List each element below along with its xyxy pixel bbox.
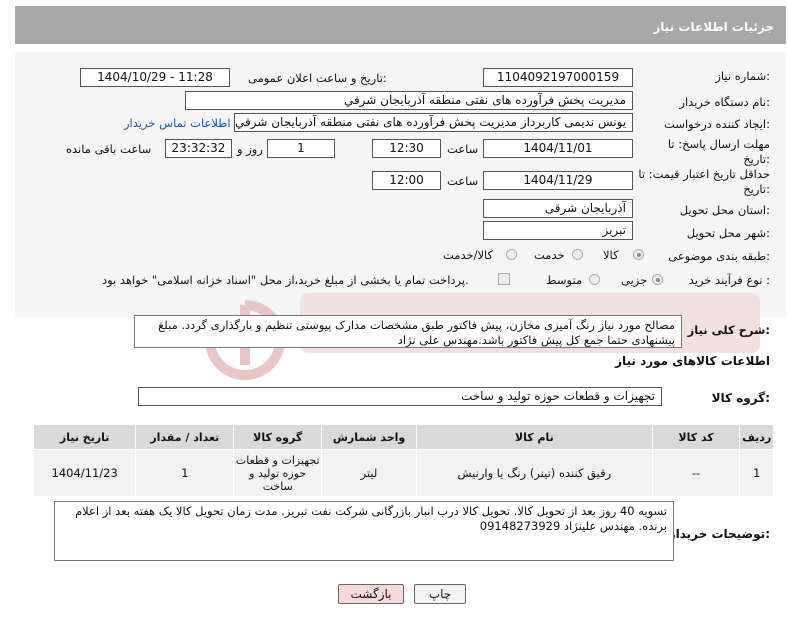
cell-code: -- bbox=[651, 449, 741, 497]
buyer-org-field[interactable]: مدیریت پخش فرآورده های نفتی منطقه آذربای… bbox=[185, 91, 633, 110]
days-label: روز و bbox=[237, 142, 263, 156]
validity-date-field[interactable]: 1404/11/29 bbox=[483, 171, 633, 190]
goods-group-field[interactable]: تجهیزات و قطعات حوزه تولید و ساخت bbox=[138, 387, 662, 406]
items-table: ردیف کد کالا نام کالا واحد شمارش گروه کا… bbox=[32, 424, 774, 497]
city-field[interactable]: تبریز bbox=[483, 221, 633, 240]
category-option-service: خدمت bbox=[534, 248, 565, 262]
print-button[interactable]: چاپ bbox=[414, 584, 466, 604]
need-number-label: شماره نیاز: bbox=[715, 69, 770, 83]
col-header-code: کد کالا bbox=[651, 424, 741, 450]
process-option-minor: جزیی bbox=[621, 273, 648, 287]
remaining-field[interactable]: 23:32:32 bbox=[165, 139, 232, 158]
goods-group-label: گروه کالا: bbox=[711, 391, 770, 405]
treasury-payment-checkbox[interactable] bbox=[498, 273, 510, 285]
buyer-org-label: نام دستگاه خریدار: bbox=[679, 95, 770, 109]
goods-section-title: اطلاعات کالاهای مورد نیاز bbox=[615, 354, 770, 368]
buyer-notes-label: توضیحات خریدار: bbox=[668, 527, 770, 541]
announce-label: تاریخ و ساعت اعلان عمومی: bbox=[248, 71, 387, 85]
deadline-label: مهلت ارسال پاسخ: تا تاریخ: bbox=[667, 137, 770, 166]
province-label: استان محل تحویل: bbox=[679, 203, 770, 217]
cell-unit: لیتر bbox=[321, 449, 417, 497]
cell-date: 1404/11/23 bbox=[32, 449, 137, 497]
deadline-date-field[interactable]: 1404/11/01 bbox=[483, 139, 633, 158]
remaining-label: ساعت باقی مانده bbox=[66, 142, 152, 156]
category-radio-goods[interactable] bbox=[633, 249, 644, 260]
contact-buyer-link[interactable]: اطلاعات تماس خریدار bbox=[124, 116, 231, 130]
process-label: نوع فرآیند خرید : bbox=[688, 273, 770, 287]
process-option-medium: متوسط bbox=[546, 273, 583, 287]
col-header-group: گروه کالا bbox=[233, 424, 323, 450]
validity-time-label: ساعت bbox=[447, 174, 479, 188]
buyer-notes-textarea[interactable]: تسویه 40 روز بعد از تحویل کالا. تحویل کا… bbox=[54, 501, 674, 561]
description-label: شرح کلی نیاز: bbox=[687, 323, 770, 337]
deadline-time-label: ساعت bbox=[447, 142, 479, 156]
table-row: 1 -- رقیق کننده (تینر) رنگ یا وارنیش لیت… bbox=[32, 449, 774, 497]
back-button[interactable]: بازگشت bbox=[338, 584, 404, 604]
page-title: جزئیات اطلاعات نیاز bbox=[653, 20, 774, 34]
cell-group: تجهیزات و قطعات حوزه تولید و ساخت bbox=[233, 449, 323, 497]
category-radio-service[interactable] bbox=[572, 249, 583, 260]
cell-row: 1 bbox=[739, 449, 774, 497]
validity-label: حداقل تاریخ اعتبار قیمت: تا تاریخ: bbox=[638, 167, 770, 196]
category-radio-goods-service[interactable] bbox=[506, 249, 517, 260]
days-field[interactable]: 1 bbox=[267, 139, 335, 158]
announce-field[interactable]: 1404/10/29 - 11:28 bbox=[80, 68, 230, 87]
cell-qty: 1 bbox=[135, 449, 235, 497]
city-label: شهر محل تحویل: bbox=[686, 226, 770, 240]
page-header: جزئیات اطلاعات نیاز bbox=[15, 6, 786, 44]
col-header-row: ردیف bbox=[739, 424, 774, 450]
creator-label: ایجاد کننده درخواست: bbox=[664, 117, 770, 131]
category-label: طبقه بندی موضوعی: bbox=[668, 249, 770, 263]
category-option-goods: کالا bbox=[603, 248, 619, 262]
treasury-payment-note: پرداخت تمام یا بخشی از مبلغ خرید،از محل … bbox=[102, 273, 469, 287]
province-field[interactable]: آذربایجان شرقی bbox=[483, 199, 633, 218]
creator-field[interactable]: یونس ندیمی کاربرداز مدیریت پخش فرآورده ه… bbox=[234, 113, 633, 132]
validity-time-field[interactable]: 12:00 bbox=[372, 171, 441, 190]
category-option-goods-service: کالا/خدمت bbox=[443, 248, 494, 262]
col-header-date: تاریخ نیاز bbox=[32, 424, 137, 450]
col-header-unit: واحد شمارش bbox=[321, 424, 417, 450]
process-radio-minor[interactable] bbox=[652, 274, 663, 285]
deadline-time-field[interactable]: 12:30 bbox=[372, 139, 441, 158]
description-textarea[interactable]: مصالح مورد نیاز رنگ آمیزی مخازن، پیش فاک… bbox=[134, 315, 682, 348]
process-radio-medium[interactable] bbox=[589, 274, 600, 285]
col-header-name: نام کالا bbox=[415, 424, 653, 450]
need-number-field[interactable]: 1104092197000159 bbox=[483, 68, 633, 87]
cell-name: رقیق کننده (تینر) رنگ یا وارنیش bbox=[415, 449, 653, 497]
col-header-qty: تعداد / مقدار bbox=[135, 424, 235, 450]
